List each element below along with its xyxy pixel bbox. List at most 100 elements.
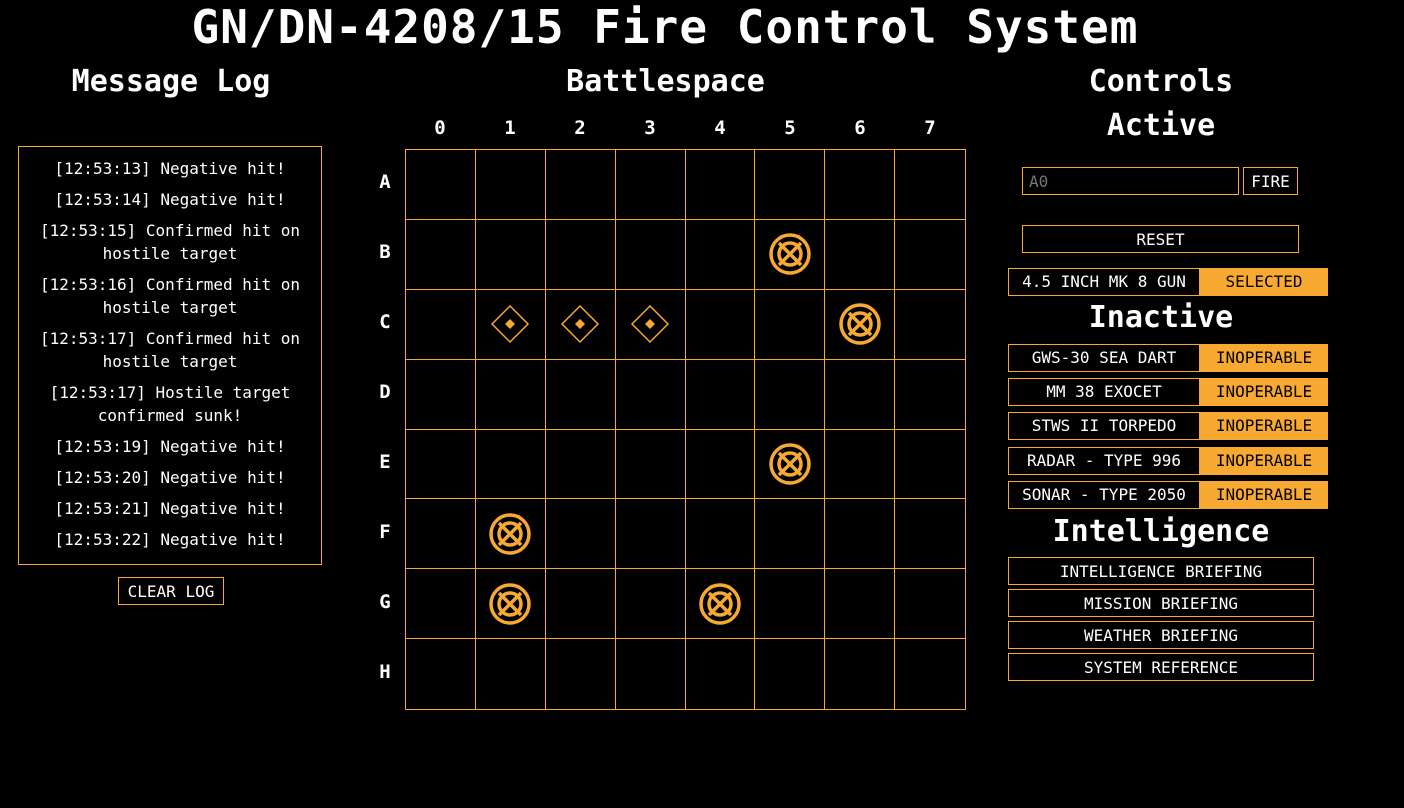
grid-cell-G0[interactable]: [406, 569, 476, 640]
weather-briefing-button[interactable]: WEATHER BRIEFING: [1008, 621, 1314, 649]
grid-cell-D7[interactable]: [895, 360, 965, 430]
grid-cell-G7[interactable]: [895, 569, 965, 640]
message-log[interactable]: [12:53:13] Negative hit! [12:53:14] Nega…: [18, 146, 322, 565]
inactive-weapon-row[interactable]: GWS-30 SEA DART INOPERABLE: [1008, 344, 1328, 372]
grid-cell-H3[interactable]: [616, 639, 686, 709]
grid-cell-E6[interactable]: [825, 429, 896, 500]
grid-cell-F5[interactable]: [755, 499, 826, 570]
grid-cell-F0[interactable]: [406, 499, 476, 570]
grid-cell-H7[interactable]: [895, 639, 965, 709]
row-label: C: [379, 311, 391, 333]
weapon-status-badge: INOPERABLE: [1200, 412, 1328, 440]
grid-cell-H6[interactable]: [825, 639, 896, 709]
target-coordinate-input[interactable]: [1022, 167, 1239, 195]
grid-cell-A3[interactable]: [615, 150, 686, 220]
grid-cell-E2[interactable]: [545, 429, 616, 500]
grid-cell-H1[interactable]: [476, 639, 546, 709]
log-entry: [12:53:16] Confirmed hit on hostile targ…: [39, 275, 301, 317]
grid-cell-A1[interactable]: [475, 150, 546, 220]
log-entry: [12:53:17] Hostile target confirmed sunk…: [49, 383, 291, 425]
inactive-weapon-row[interactable]: RADAR - TYPE 996 INOPERABLE: [1008, 447, 1328, 475]
grid-cell-D2[interactable]: [545, 359, 616, 430]
reset-button[interactable]: RESET: [1022, 225, 1299, 253]
grid-cell-G5[interactable]: [755, 569, 826, 640]
grid-cell-D5[interactable]: [755, 359, 826, 430]
grid-cell-E3[interactable]: [615, 429, 686, 500]
grid-cell-G6[interactable]: [825, 569, 896, 640]
log-entry: [12:53:14] Negative hit!: [54, 190, 286, 209]
system-reference-button[interactable]: SYSTEM REFERENCE: [1008, 653, 1314, 681]
grid-cell-E5[interactable]: [755, 429, 826, 500]
grid-cell-F2[interactable]: [545, 499, 616, 570]
log-entry: [12:53:20] Negative hit!: [54, 468, 286, 487]
grid-cell-C6[interactable]: [825, 289, 896, 360]
inactive-weapon-row[interactable]: STWS II TORPEDO INOPERABLE: [1008, 412, 1328, 440]
grid-cell-A4[interactable]: [685, 150, 756, 220]
grid-cell-H5[interactable]: [755, 639, 826, 709]
grid-cell-D6[interactable]: [825, 359, 896, 430]
column-label: 7: [924, 117, 936, 139]
grid-cell-G2[interactable]: [545, 569, 616, 640]
column-label: 2: [574, 117, 586, 139]
active-weapon-row[interactable]: 4.5 INCH MK 8 GUN SELECTED: [1008, 268, 1328, 296]
grid-cell-B1[interactable]: [475, 219, 546, 290]
grid-cell-C2[interactable]: [545, 289, 616, 360]
grid-cell-D0[interactable]: [406, 359, 476, 430]
grid-cell-E1[interactable]: [475, 429, 546, 500]
grid-cell-A2[interactable]: [545, 150, 616, 220]
grid-cell-E7[interactable]: [895, 430, 965, 500]
grid-cell-F3[interactable]: [615, 499, 686, 570]
grid-cell-B0[interactable]: [406, 219, 476, 290]
grid-cell-D3[interactable]: [615, 359, 686, 430]
miss-target-icon: [698, 582, 742, 626]
grid-cell-F4[interactable]: [685, 499, 756, 570]
grid-cell-C3[interactable]: [615, 289, 686, 360]
grid-cell-B5[interactable]: [755, 219, 826, 290]
grid-cell-B6[interactable]: [825, 219, 896, 290]
row-label: H: [379, 661, 391, 683]
grid-cell-A6[interactable]: [825, 150, 896, 220]
weapon-name: MM 38 EXOCET: [1008, 378, 1200, 406]
grid-cell-A0[interactable]: [406, 150, 476, 220]
row-label: A: [379, 171, 391, 193]
grid-cell-B4[interactable]: [685, 219, 756, 290]
row-label: G: [379, 591, 391, 613]
grid-cell-C7[interactable]: [895, 290, 965, 360]
inactive-weapon-row[interactable]: MM 38 EXOCET INOPERABLE: [1008, 378, 1328, 406]
grid-cell-B3[interactable]: [615, 219, 686, 290]
grid-cell-G1[interactable]: [475, 569, 546, 640]
grid-cell-F7[interactable]: [895, 499, 965, 570]
grid-cell-G4[interactable]: [685, 569, 756, 640]
row-label: D: [379, 381, 391, 403]
grid-cell-F1[interactable]: [475, 499, 546, 570]
column-label: 3: [644, 117, 656, 139]
grid-cell-A5[interactable]: [755, 150, 826, 220]
grid-cell-C1[interactable]: [475, 289, 546, 360]
grid-cell-F6[interactable]: [825, 499, 896, 570]
mission-briefing-button[interactable]: MISSION BRIEFING: [1008, 589, 1314, 617]
inactive-weapon-row[interactable]: SONAR - TYPE 2050 INOPERABLE: [1008, 481, 1328, 509]
grid-cell-E0[interactable]: [406, 429, 476, 500]
grid-cell-C0[interactable]: [406, 289, 476, 360]
weapon-name: SONAR - TYPE 2050: [1008, 481, 1200, 509]
grid-cell-H2[interactable]: [546, 639, 616, 709]
grid-cell-D4[interactable]: [685, 359, 756, 430]
grid-cell-H4[interactable]: [686, 639, 756, 709]
hit-marker-icon: [490, 304, 530, 344]
grid-cell-B7[interactable]: [895, 220, 965, 290]
hit-marker-icon: [560, 304, 600, 344]
grid-cell-A7[interactable]: [895, 150, 965, 220]
grid-cell-G3[interactable]: [615, 569, 686, 640]
grid-cell-C5[interactable]: [755, 289, 826, 360]
intelligence-briefing-button[interactable]: INTELLIGENCE BRIEFING: [1008, 557, 1314, 585]
grid-cell-D1[interactable]: [475, 359, 546, 430]
row-label: B: [379, 241, 391, 263]
clear-log-button[interactable]: CLEAR LOG: [118, 577, 224, 605]
log-entry: [12:53:22] Negative hit!: [54, 530, 286, 549]
grid-cell-H0[interactable]: [406, 639, 476, 709]
fire-button[interactable]: FIRE: [1243, 167, 1298, 195]
grid-cell-C4[interactable]: [685, 289, 756, 360]
controls-heading: Controls: [1088, 64, 1234, 99]
grid-cell-E4[interactable]: [685, 429, 756, 500]
grid-cell-B2[interactable]: [545, 219, 616, 290]
